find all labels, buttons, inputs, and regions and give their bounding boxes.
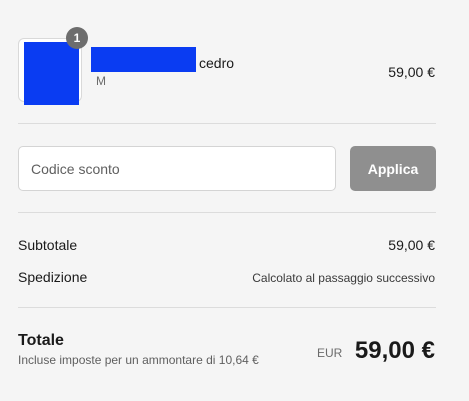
product-variant: M: [96, 74, 106, 88]
order-summary: 1 cedro M 59,00 € Applica Subtotale 59,0…: [0, 0, 469, 401]
product-price: 59,00 €: [388, 64, 435, 80]
product-name: cedro: [199, 55, 235, 71]
total-label: Totale: [18, 332, 64, 349]
quantity-badge: 1: [66, 27, 88, 49]
divider: [18, 212, 436, 213]
apply-discount-button[interactable]: Applica: [350, 146, 436, 191]
redacted-product-name: [91, 47, 196, 72]
subtotal-label: Subtotale: [18, 237, 78, 253]
shipping-label: Spedizione: [18, 269, 88, 285]
divider: [18, 123, 436, 124]
subtotal-value: 59,00 €: [388, 237, 435, 253]
divider: [18, 307, 436, 308]
product-image: [24, 42, 79, 105]
shipping-value: Calcolato al passaggio successivo: [252, 271, 435, 285]
grand-total: 59,00 €: [354, 337, 435, 364]
discount-code-input[interactable]: [18, 146, 336, 191]
tax-note: Incluse imposte per un ammontare di 10,6…: [18, 353, 259, 367]
currency-code: EUR: [317, 346, 343, 360]
